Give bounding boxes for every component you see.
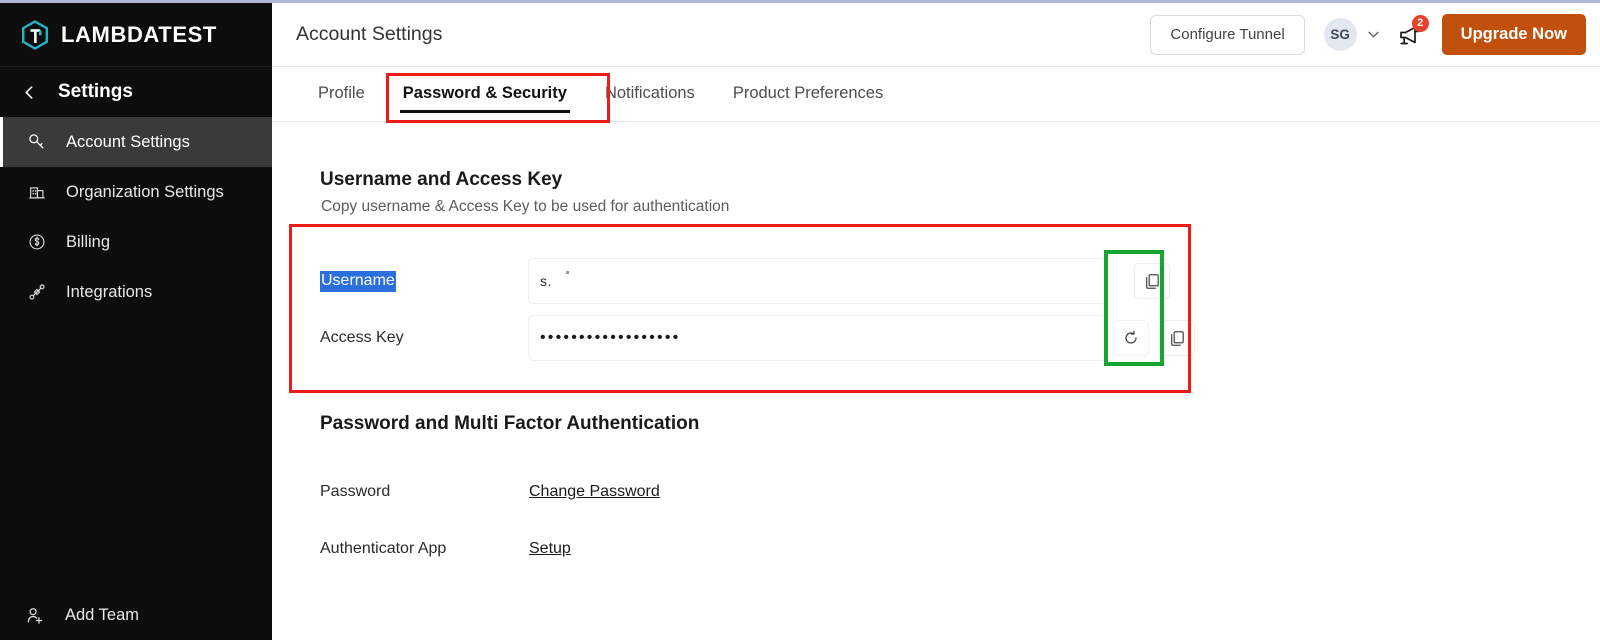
- dollar-circle-icon: [29, 234, 45, 250]
- authenticator-app-label: Authenticator App: [320, 540, 447, 557]
- chevron-down-icon[interactable]: [1367, 30, 1380, 39]
- upgrade-now-button[interactable]: Upgrade Now: [1441, 14, 1586, 55]
- username-label-slot: Username: [320, 270, 528, 292]
- mfa-section-title: Password and Multi Factor Authentication: [320, 413, 700, 434]
- access-key-input[interactable]: ••••••••••••••••••: [528, 315, 1108, 361]
- sidebar-item-label: Organization Settings: [66, 182, 224, 201]
- copy-icon: [1145, 273, 1159, 289]
- sidebar-item-organization-settings[interactable]: Organization Settings: [0, 167, 272, 217]
- building-icon: [29, 187, 45, 199]
- announcements-button[interactable]: 2: [1396, 14, 1429, 49]
- page-title: Account Settings: [296, 23, 443, 45]
- tab-product-preferences[interactable]: Product Preferences: [714, 66, 902, 121]
- sidebar-item-billing[interactable]: Billing: [0, 217, 272, 267]
- lambdatest-hexagon-icon: [21, 19, 49, 50]
- username-label: Username: [320, 270, 396, 292]
- sidebar-nav: Account Settings Organization Settings B…: [0, 117, 272, 317]
- copy-icon: [1170, 330, 1184, 346]
- key-icon: [29, 134, 44, 149]
- tab-password-and-security[interactable]: Password & Security: [384, 66, 586, 121]
- avatar[interactable]: SG: [1323, 18, 1357, 51]
- announcement-badge: 2: [1411, 14, 1429, 32]
- topbar-actions: Configure Tunnel SG 2 Upgrade Now: [1150, 14, 1586, 55]
- sidebar-item-label: Billing: [66, 232, 111, 251]
- username-row: Username s.: [320, 258, 1170, 304]
- sidebar-settings-header[interactable]: Settings: [0, 67, 272, 117]
- authenticator-app-row: Authenticator App Setup: [320, 540, 571, 558]
- sidebar: LAMBDATEST Settings Account Settings Org…: [0, 3, 272, 640]
- settings-tabs: Profile Password & Security Notification…: [272, 67, 1600, 122]
- password-row: Password Change Password: [320, 483, 660, 501]
- chevron-left-icon[interactable]: [23, 85, 36, 99]
- copy-username-button[interactable]: [1134, 263, 1170, 299]
- username-value: s.: [540, 273, 552, 289]
- tab-profile[interactable]: Profile: [299, 66, 384, 121]
- topbar: Account Settings Configure Tunnel SG 2 U…: [272, 3, 1600, 67]
- change-password-link[interactable]: Change Password: [529, 483, 660, 501]
- main-content: Username and Access Key Copy username & …: [272, 123, 1600, 640]
- app-window: LAMBDATEST Settings Account Settings Org…: [0, 0, 1600, 640]
- plug-connector-icon: [29, 284, 45, 300]
- copy-access-key-button[interactable]: [1159, 320, 1195, 356]
- user-plus-icon: [27, 607, 43, 624]
- access-key-label: Access Key: [320, 329, 404, 346]
- setup-authenticator-link[interactable]: Setup: [529, 540, 571, 558]
- brand-logo[interactable]: LAMBDATEST: [0, 3, 272, 67]
- username-redaction-mark: [566, 271, 569, 274]
- regenerate-access-key-button[interactable]: [1113, 320, 1149, 356]
- sidebar-item-add-team[interactable]: Add Team: [0, 587, 272, 640]
- sidebar-settings-label: Settings: [58, 81, 133, 102]
- add-team-label: Add Team: [65, 605, 139, 624]
- access-section-subtitle: Copy username & Access Key to be used fo…: [321, 198, 730, 215]
- sidebar-item-label: Account Settings: [66, 132, 190, 151]
- access-key-row: Access Key ••••••••••••••••••: [320, 315, 1195, 361]
- brand-name: LAMBDATEST: [61, 21, 217, 47]
- access-key-value: ••••••••••••••••••: [540, 329, 681, 346]
- configure-tunnel-button[interactable]: Configure Tunnel: [1150, 14, 1305, 55]
- sidebar-item-account-settings[interactable]: Account Settings: [0, 117, 272, 167]
- sidebar-item-integrations[interactable]: Integrations: [0, 267, 272, 317]
- access-section-title: Username and Access Key: [320, 169, 563, 190]
- sidebar-item-label: Integrations: [66, 282, 153, 301]
- refresh-icon: [1125, 330, 1137, 344]
- tab-notifications[interactable]: Notifications: [586, 66, 714, 121]
- username-input[interactable]: s.: [528, 258, 1108, 304]
- password-label: Password: [320, 483, 391, 500]
- access-key-label-slot: Access Key: [320, 329, 528, 347]
